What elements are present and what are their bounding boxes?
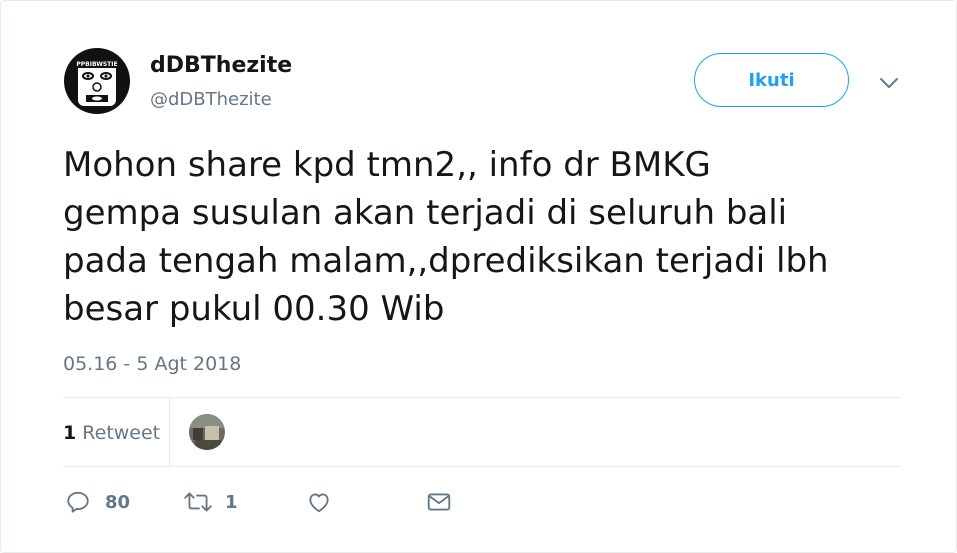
tweet-text: Mohon share kpd tmn2,, info dr BMKG gemp… (63, 141, 903, 333)
user-handle[interactable]: @dDBThezite (150, 89, 272, 110)
message-icon (427, 493, 451, 511)
avatar[interactable]: PPBIBWSTIE (64, 48, 130, 114)
follow-button[interactable]: Ikuti (694, 53, 849, 107)
tweet-line: Mohon share kpd tmn2,, info dr BMKG (63, 145, 711, 185)
retweet-count: 1 (225, 491, 238, 513)
tweet-timestamp[interactable]: 05.16 - 5 Agt 2018 (63, 353, 241, 375)
like-button[interactable] (305, 489, 333, 515)
tweet-actions: 80 1 (63, 489, 901, 519)
tweet-line: besar pukul 00.30 Wib (63, 289, 445, 329)
like-icon (309, 493, 329, 513)
divider (63, 466, 901, 467)
message-button[interactable] (425, 489, 453, 515)
tweet-line: gempa susulan akan terjadi di seluruh ba… (63, 193, 788, 233)
retweet-stat-label: Retweet (82, 422, 161, 444)
stats-separator (169, 398, 170, 466)
tweet-stats: 1 Retweet (63, 398, 901, 466)
svg-text:PPBIBWSTIE: PPBIBWSTIE (76, 61, 117, 68)
retweet-stat-link[interactable]: 1 Retweet (63, 422, 160, 444)
retweet-stat-count: 1 (63, 422, 77, 444)
reply-button[interactable]: 80 (65, 489, 130, 515)
reply-icon (67, 491, 89, 513)
retweeter-avatar[interactable] (189, 414, 225, 450)
follow-button-label: Ikuti (748, 69, 795, 91)
retweet-button[interactable]: 1 (183, 489, 238, 515)
tweet-line: pada tengah malam,,dprediksikan terjadi … (63, 241, 829, 281)
reply-count: 80 (105, 491, 131, 513)
user-name[interactable]: dDBThezite (150, 53, 292, 78)
chevron-down-icon[interactable] (877, 71, 901, 95)
retweet-icon (184, 492, 212, 512)
tweet-card: PPBIBWSTIE dDBThezite @dDBThezite Ikuti … (0, 0, 957, 553)
